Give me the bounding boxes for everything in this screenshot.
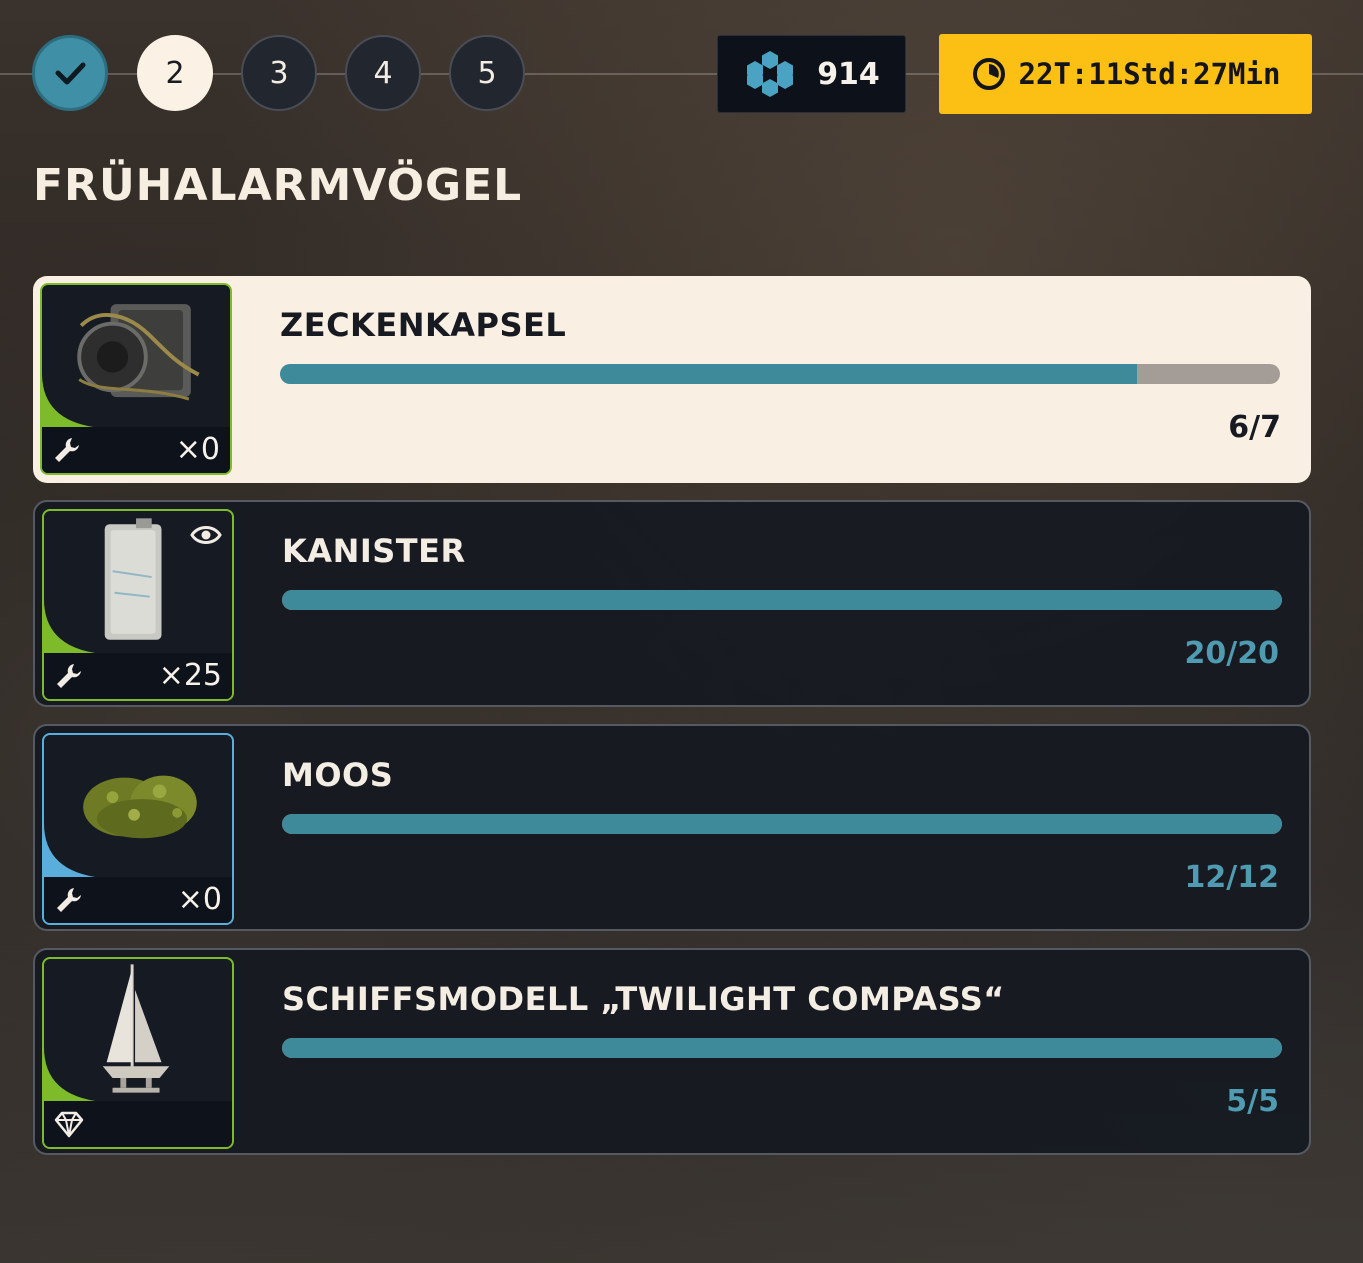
ship-model-image bbox=[102, 964, 170, 1093]
progress-bar bbox=[282, 814, 1282, 834]
item-thumbnail: ×0 bbox=[42, 733, 234, 925]
page-title: FRÜHALARMVÖGEL bbox=[33, 160, 523, 211]
list-item[interactable]: SCHIFFSMODELL „TWILIGHT COMPASS“ 5/5 bbox=[33, 948, 1311, 1155]
item-thumbnail bbox=[42, 957, 234, 1149]
clock-icon bbox=[972, 58, 1005, 90]
owned-count: ×0 bbox=[175, 432, 220, 467]
owned-count: ×0 bbox=[177, 882, 222, 917]
progress-fill bbox=[282, 814, 1282, 834]
progress-bar bbox=[280, 364, 1280, 384]
diamond-icon bbox=[54, 1111, 84, 1138]
progress-text: 5/5 bbox=[1226, 1084, 1279, 1119]
progress-fill bbox=[282, 590, 1282, 610]
list-item[interactable]: ×0 MOOS 12/12 bbox=[33, 724, 1311, 931]
list-item[interactable]: ×0 ZECKENKAPSEL 6/7 bbox=[33, 276, 1311, 483]
moss-image bbox=[83, 775, 197, 839]
hexagon-cluster-icon bbox=[747, 51, 794, 97]
tick-pod-image bbox=[77, 304, 200, 401]
progress-fill bbox=[282, 1038, 1282, 1058]
step-2[interactable]: 2 bbox=[137, 35, 213, 111]
progress-text: 6/7 bbox=[1228, 410, 1281, 445]
wrench-icon bbox=[55, 438, 79, 462]
step-3[interactable]: 3 bbox=[241, 35, 317, 111]
progress-text: 12/12 bbox=[1184, 860, 1279, 895]
item-name: ZECKENKAPSEL bbox=[280, 306, 567, 344]
wrench-icon bbox=[57, 664, 81, 688]
item-name: MOOS bbox=[282, 756, 394, 794]
progress-bar bbox=[282, 590, 1282, 610]
wrench-icon bbox=[57, 888, 81, 912]
progress-fill bbox=[280, 364, 1137, 384]
item-thumbnail: ×0 bbox=[40, 283, 232, 475]
item-name: SCHIFFSMODELL „TWILIGHT COMPASS“ bbox=[282, 980, 1005, 1018]
progress-text: 20/20 bbox=[1184, 636, 1279, 671]
currency-value: 914 bbox=[817, 56, 880, 92]
owned-count: ×25 bbox=[158, 658, 222, 693]
step-5[interactable]: 5 bbox=[449, 35, 525, 111]
step-4[interactable]: 4 bbox=[345, 35, 421, 111]
check-icon bbox=[55, 62, 86, 85]
event-timer: 22T:11Std:27Min bbox=[939, 34, 1312, 114]
timer-text: 22T:11Std:27Min bbox=[1018, 57, 1281, 91]
eye-icon[interactable] bbox=[190, 523, 222, 547]
list-item[interactable]: ×25 KANISTER 20/20 bbox=[33, 500, 1311, 707]
currency-display: 914 bbox=[717, 35, 906, 113]
item-thumbnail: ×25 bbox=[42, 509, 234, 701]
item-name: KANISTER bbox=[282, 532, 466, 570]
progress-bar bbox=[282, 1038, 1282, 1058]
step-1-complete[interactable] bbox=[32, 35, 108, 111]
